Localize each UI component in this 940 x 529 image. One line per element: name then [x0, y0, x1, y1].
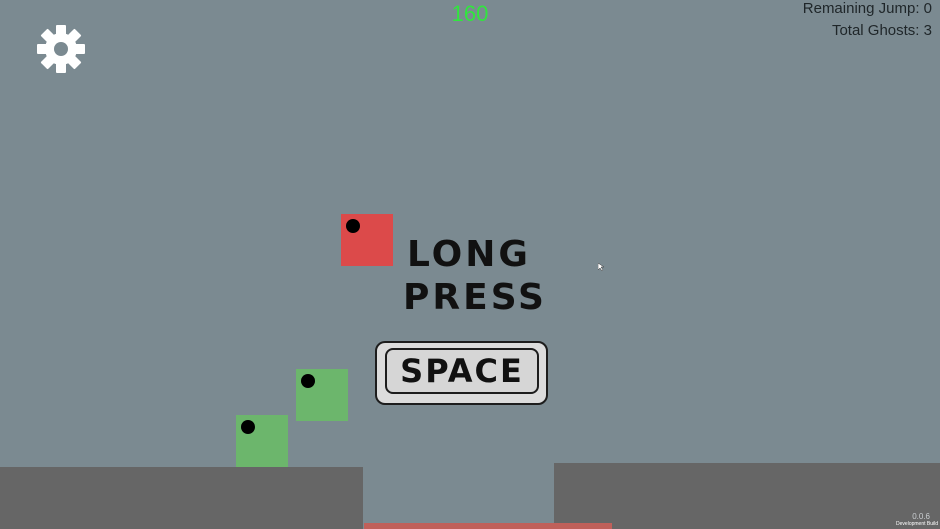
- space-key-face: SPACE: [385, 348, 539, 394]
- score-counter: 160: [451, 1, 489, 26]
- space-key-label: SPACE: [400, 352, 524, 390]
- ground-platform-right: [554, 463, 940, 529]
- gear-icon: [37, 25, 85, 73]
- development-build-label: Development Build: [896, 521, 938, 527]
- ghost-block: [236, 415, 288, 467]
- total-ghosts-label: Total Ghosts: 3: [831, 22, 932, 39]
- tutorial-line-long: LONG: [407, 234, 531, 275]
- ground-platform-left: [0, 467, 363, 529]
- hazard-floor: [364, 523, 612, 529]
- player-eye: [346, 219, 360, 233]
- space-key-illustration: SPACE: [375, 341, 548, 405]
- settings-button[interactable]: [36, 24, 86, 74]
- player-block: [341, 214, 393, 266]
- remaining-jump-label: Remaining Jump: 0: [802, 0, 932, 17]
- tutorial-line-press: PRESS: [403, 277, 547, 318]
- version-label: 0.0.6: [912, 512, 930, 521]
- ghost-block: [296, 369, 348, 421]
- mouse-cursor-icon: [597, 258, 605, 272]
- ghost-eye: [241, 420, 255, 434]
- ghost-eye: [301, 374, 315, 388]
